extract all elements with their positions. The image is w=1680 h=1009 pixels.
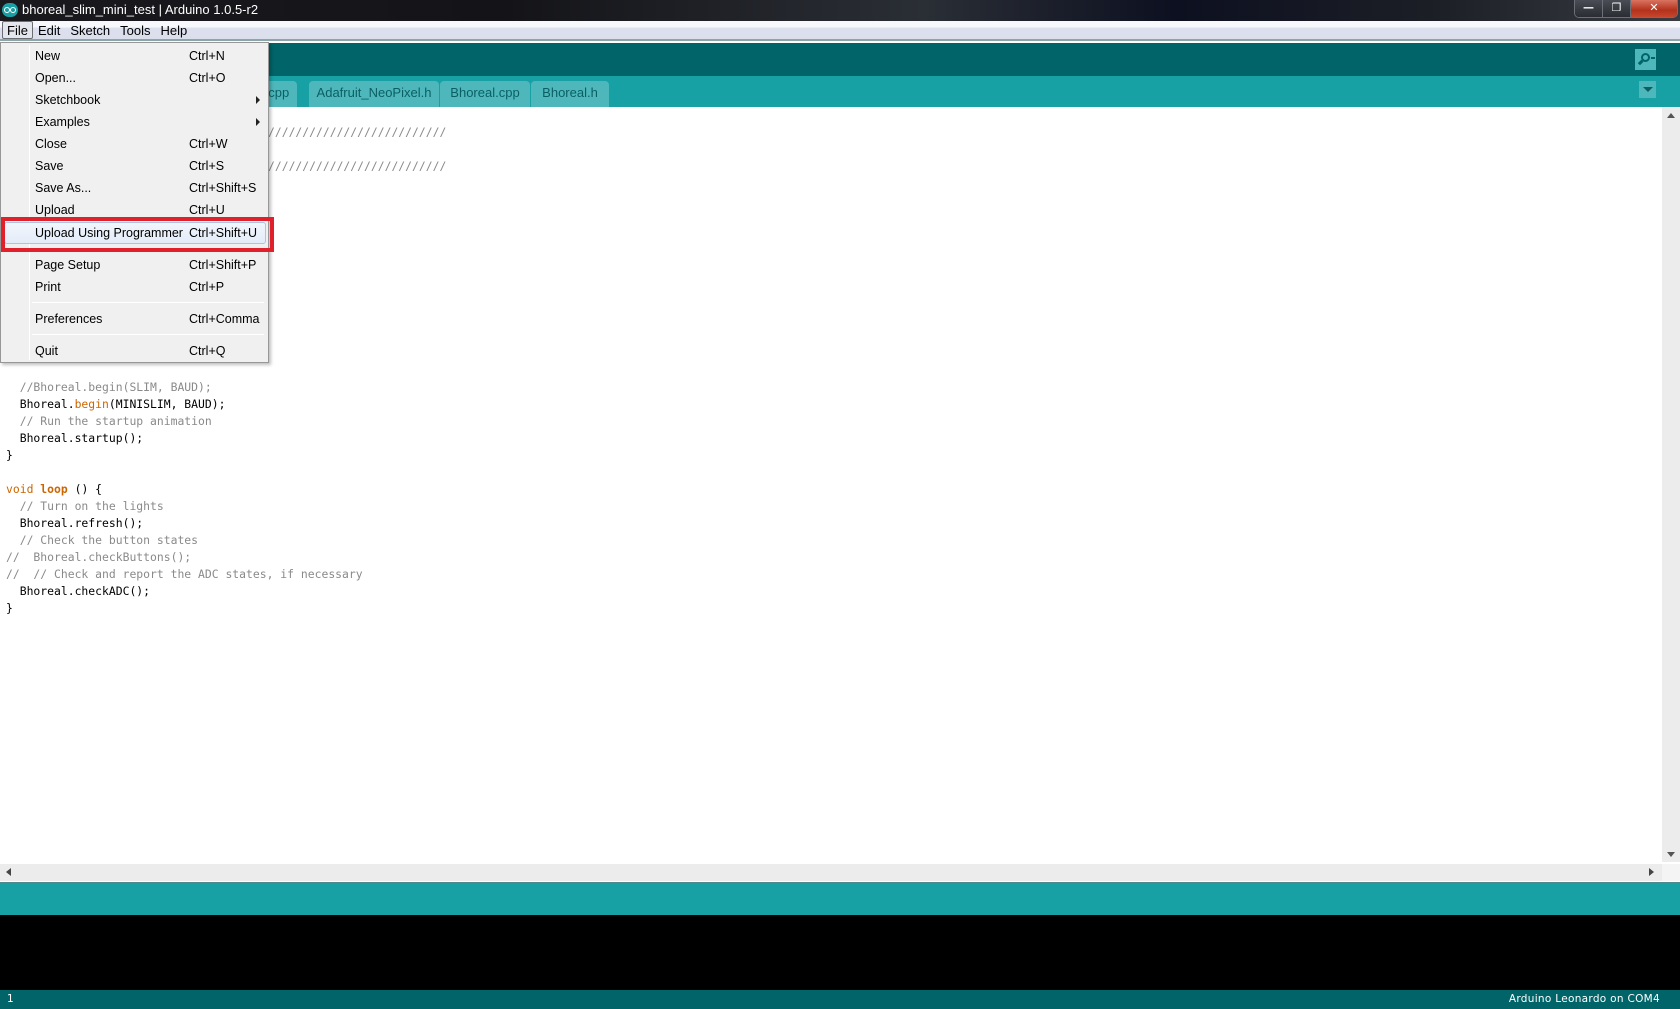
tab-adafruit-neopixel-h[interactable]: Adafruit_NeoPixel.h [309, 81, 439, 107]
menu-item-label: Preferences [35, 312, 103, 326]
menu-item-label: Print [35, 280, 61, 294]
tab-menu-button[interactable] [1639, 81, 1656, 98]
menu-item-preferences[interactable]: Preferences Ctrl+Comma [4, 308, 266, 330]
menu-item-label: Upload Using Programmer [35, 226, 183, 240]
menu-item-label: Sketchbook [35, 93, 101, 107]
menu-item-shortcut: Ctrl+Q [189, 344, 226, 358]
menu-item-label: Close [35, 137, 67, 151]
menu-item-print[interactable]: Print Ctrl+P [4, 276, 266, 298]
status-bar: 1 Arduino Leonardo on COM4 [0, 990, 1680, 1009]
code-line: void loop () { [6, 481, 102, 498]
menu-item-upload[interactable]: Upload Ctrl+U [4, 199, 266, 221]
menu-item-label: Examples [35, 115, 90, 129]
menu-item-shortcut: Ctrl+Shift+S [189, 181, 257, 195]
menu-item-label: Open... [35, 71, 76, 85]
menu-help[interactable]: Help [155, 21, 192, 39]
menu-separator [32, 248, 264, 249]
title-bar: bhoreal_slim_mini_test | Arduino 1.0.5-r… [0, 0, 1680, 21]
code-token: Bhoreal. [6, 397, 75, 411]
code-line: // Bhoreal.checkButtons(); [6, 550, 192, 564]
minimize-button[interactable]: — [1575, 0, 1603, 17]
menu-item-label: Save As... [35, 181, 92, 195]
menu-item-shortcut: Ctrl+P [189, 280, 225, 294]
window-title: bhoreal_slim_mini_test | Arduino 1.0.5-r… [22, 2, 259, 17]
code-line: Bhoreal.refresh(); [6, 516, 144, 530]
menu-item-close[interactable]: Close Ctrl+W [4, 133, 266, 155]
menu-item-shortcut: Ctrl+U [189, 203, 225, 217]
menu-item-label: Page Setup [35, 258, 101, 272]
code-token-function: begin [74, 397, 109, 411]
code-line: } [6, 448, 13, 462]
menu-item-quit[interactable]: Quit Ctrl+Q [4, 340, 266, 362]
menu-item-page-setup[interactable]: Page Setup Ctrl+Shift+P [4, 254, 266, 276]
menu-item-upload-using-programmer[interactable]: Upload Using Programmer Ctrl+Shift+U [4, 222, 266, 244]
menu-sketch[interactable]: Sketch [65, 21, 115, 39]
window-controls: — ❐ ✕ [1574, 0, 1678, 18]
console-output[interactable] [0, 915, 1680, 990]
code-line: Bhoreal.checkADC(); [6, 584, 151, 598]
code-token-keyword: void [6, 482, 34, 496]
menu-item-sketchbook[interactable]: Sketchbook [4, 89, 266, 111]
menu-item-shortcut: Ctrl+N [189, 49, 225, 63]
menu-item-shortcut: Ctrl+S [189, 159, 225, 173]
board-port-info: Arduino Leonardo on COM4 [1508, 993, 1660, 1005]
code-token: (MINISLIM, BAUD); [108, 397, 226, 411]
menu-item-shortcut: Ctrl+Shift+U [189, 226, 258, 240]
code-line: ////////////////////////// [268, 125, 447, 139]
menu-separator [32, 334, 264, 335]
code-token: () { [67, 482, 103, 496]
code-line: Bhoreal.begin(MINISLIM, BAUD); [6, 396, 226, 413]
menu-file[interactable]: File [2, 21, 33, 39]
code-line: // // Check and report the ADC states, i… [6, 567, 363, 581]
tab-bhoreal-cpp[interactable]: Bhoreal.cpp [440, 81, 530, 107]
menu-item-open[interactable]: Open... Ctrl+O [4, 67, 266, 89]
close-button[interactable]: ✕ [1631, 0, 1677, 17]
arduino-logo-icon [2, 3, 18, 17]
menu-item-label: Save [35, 159, 64, 173]
magnifier-dots [1651, 57, 1655, 59]
menu-item-label: Upload [35, 203, 75, 217]
horizontal-scrollbar[interactable] [0, 864, 1662, 881]
code-line: //Bhoreal.begin(SLIM, BAUD); [6, 380, 212, 394]
menu-separator [32, 302, 264, 303]
scroll-down-arrow-icon[interactable] [1667, 852, 1675, 857]
menu-item-shortcut: Ctrl+Shift+P [189, 258, 257, 272]
message-area [0, 882, 1680, 915]
submenu-arrow-icon [256, 118, 260, 126]
code-line: Bhoreal.startup(); [6, 431, 144, 445]
code-line: // Run the startup animation [6, 414, 212, 428]
menu-item-new[interactable]: New Ctrl+N [4, 45, 266, 67]
menu-edit[interactable]: Edit [33, 21, 65, 39]
menu-bar: File Edit Sketch Tools Help [0, 21, 1680, 41]
magnifier-handle [1637, 59, 1644, 65]
restore-button[interactable]: ❐ [1603, 0, 1631, 17]
scroll-right-arrow-icon[interactable] [1649, 868, 1654, 876]
menu-item-shortcut: Ctrl+W [189, 137, 228, 151]
code-line: } [6, 601, 13, 615]
menu-item-examples[interactable]: Examples [4, 111, 266, 133]
menu-item-label: Quit [35, 344, 58, 358]
vertical-scrollbar[interactable] [1662, 107, 1680, 862]
scrollbar-corner [1662, 864, 1680, 881]
submenu-arrow-icon [256, 96, 260, 104]
code-line: ////////////////////////// [268, 159, 447, 173]
menu-tools[interactable]: Tools [115, 21, 155, 39]
menu-item-shortcut: Ctrl+O [189, 71, 226, 85]
menu-item-label: New [35, 49, 61, 63]
scroll-up-arrow-icon[interactable] [1667, 113, 1675, 118]
code-line: // Check the button states [6, 533, 199, 547]
menu-item-shortcut: Ctrl+Comma [189, 312, 260, 326]
serial-monitor-button[interactable] [1635, 49, 1656, 70]
menu-item-save[interactable]: Save Ctrl+S [4, 155, 266, 177]
tab-bhoreal-h[interactable]: Bhoreal.h [531, 81, 609, 107]
scroll-left-arrow-icon[interactable] [6, 868, 11, 876]
file-menu-dropdown: New Ctrl+N Open... Ctrl+O Sketchbook Examp… [0, 42, 269, 363]
menu-item-save-as[interactable]: Save As... Ctrl+Shift+S [4, 177, 266, 199]
line-number: 1 [7, 993, 14, 1005]
code-line: // Turn on the lights [6, 499, 164, 513]
code-token-function: loop [40, 482, 68, 496]
